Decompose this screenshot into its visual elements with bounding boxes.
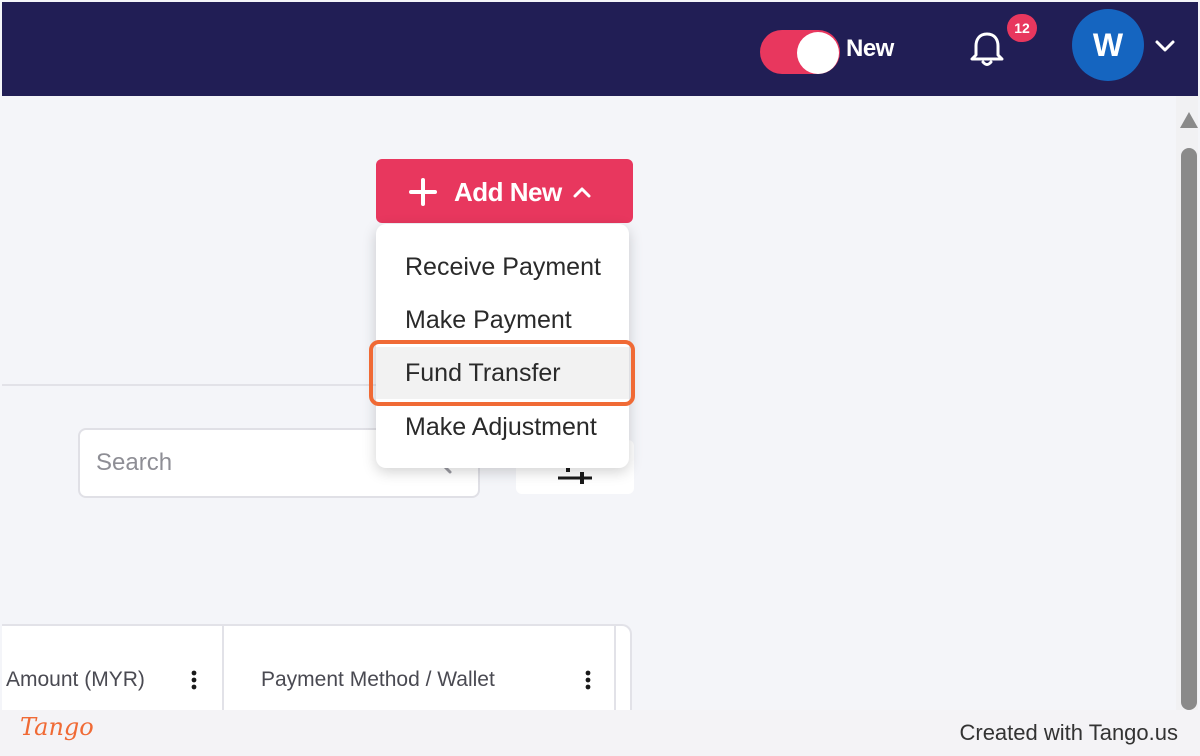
column-header-amount[interactable]: Amount (MYR) [6,668,145,692]
column-divider [614,626,616,716]
step-highlight-frame [369,340,635,406]
menu-item-make-adjustment[interactable]: Make Adjustment [376,401,629,453]
search-input[interactable] [96,444,396,482]
toggle-knob[interactable] [797,32,839,74]
column-menu-icon[interactable] [585,670,591,690]
section-divider [2,384,402,386]
menu-item-receive-payment[interactable]: Receive Payment [376,241,629,293]
menu-item-make-payment[interactable]: Make Payment [376,294,629,346]
tango-credit: Created with Tango.us [959,720,1178,745]
bell-icon[interactable] [966,28,1008,70]
column-divider [222,626,224,716]
add-new-button[interactable]: Add New [376,159,633,223]
notification-badge: 12 [1007,14,1037,42]
payments-table: Amount (MYR) Payment Method / Wallet [2,624,632,716]
column-header-payment-method[interactable]: Payment Method / Wallet [261,668,495,692]
avatar[interactable]: W [1072,9,1144,81]
toggle-label: New [846,35,894,62]
scroll-up-arrow-icon[interactable] [1180,112,1198,128]
scrollbar-thumb[interactable] [1181,148,1197,710]
chevron-down-icon[interactable] [1154,38,1176,54]
plus-icon [409,178,437,206]
column-menu-icon[interactable] [191,670,197,690]
chevron-up-icon [573,187,591,198]
add-new-label: Add New [454,177,562,207]
tango-logo: Tango [20,713,94,741]
